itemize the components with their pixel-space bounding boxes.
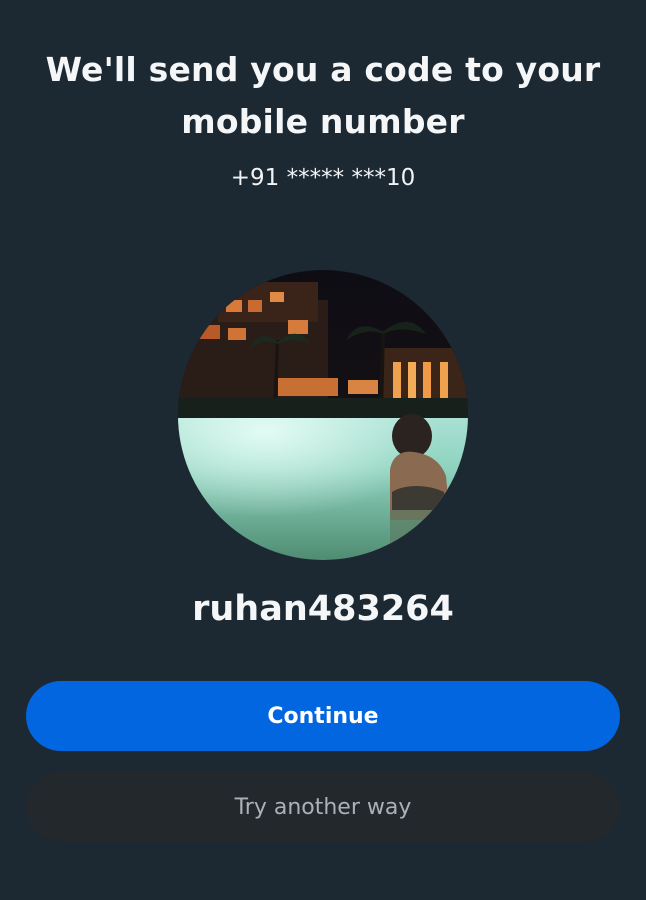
username: ruhan483264	[192, 589, 454, 629]
try-another-way-button[interactable]: Try another way	[26, 772, 620, 842]
continue-button-label: Continue	[267, 703, 379, 729]
profile-avatar	[178, 270, 468, 560]
page-title: We'll send you a code to your mobile num…	[40, 44, 606, 148]
masked-phone-number: +91 ***** ***10	[230, 165, 416, 191]
try-another-way-button-label: Try another way	[234, 794, 412, 820]
profile-photo-image	[178, 270, 468, 560]
page-title-line-2: mobile number	[181, 102, 465, 141]
continue-button[interactable]: Continue	[26, 681, 620, 751]
verification-screen: We'll send you a code to your mobile num…	[0, 0, 646, 900]
page-title-line-1: We'll send you a code to your	[45, 50, 601, 89]
